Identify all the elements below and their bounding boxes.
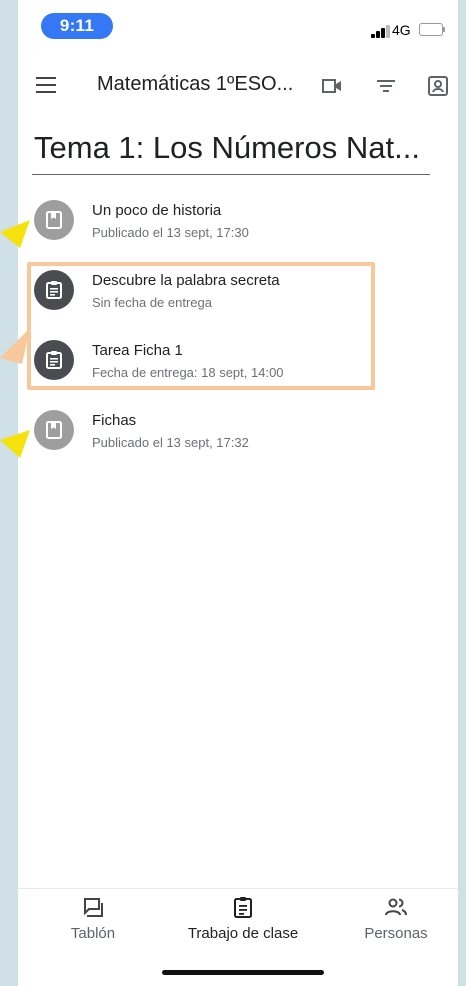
phone-screen: 9:11 4G Matemáticas 1ºESO... Tema 1: Los… xyxy=(18,0,458,986)
tab-people-label: Personas xyxy=(364,925,428,942)
tab-stream-label: Tablón xyxy=(70,925,116,942)
item-subtitle: Publicado el 13 sept, 17:32 xyxy=(92,435,249,450)
status-bar: 9:11 4G xyxy=(18,0,458,44)
tab-stream[interactable]: Tablón xyxy=(48,889,138,949)
classwork-icon xyxy=(231,895,255,919)
topic-divider xyxy=(32,174,430,175)
annotation-arrow-yellow-2 xyxy=(0,430,30,458)
tab-classwork-label: Trabajo de clase xyxy=(187,925,299,942)
video-call-icon[interactable] xyxy=(320,74,344,98)
annotation-arrow-yellow-1 xyxy=(0,220,30,248)
stream-icon xyxy=(81,895,105,919)
battery-nub xyxy=(443,27,445,32)
background-left xyxy=(0,0,18,986)
home-indicator xyxy=(162,970,324,975)
annotation-arrow-orange xyxy=(0,328,30,364)
menu-icon[interactable] xyxy=(36,77,56,93)
battery-icon xyxy=(419,23,443,36)
tab-people[interactable]: Personas xyxy=(352,889,440,949)
network-label: 4G xyxy=(392,22,411,38)
material-icon xyxy=(34,200,74,240)
list-item[interactable]: Fichas Publicado el 13 sept, 17:32 xyxy=(18,406,458,470)
topic-title: Tema 1: Los Números Nat... xyxy=(34,130,420,165)
item-subtitle: Publicado el 13 sept, 17:30 xyxy=(92,225,249,240)
signal-icon xyxy=(371,24,393,38)
material-icon xyxy=(34,410,74,450)
status-time: 9:11 xyxy=(41,13,113,39)
app-bar: Matemáticas 1ºESO... xyxy=(18,60,458,110)
item-title: Fichas xyxy=(92,412,137,429)
people-icon xyxy=(384,895,408,919)
filter-icon[interactable] xyxy=(374,74,398,98)
tab-classwork[interactable]: Trabajo de clase xyxy=(174,889,312,949)
highlight-box xyxy=(27,262,375,390)
list-item[interactable]: Un poco de historia Publicado el 13 sept… xyxy=(18,196,458,260)
classroom-folder-icon[interactable] xyxy=(426,74,450,98)
item-title: Un poco de historia xyxy=(92,202,222,219)
class-title: Matemáticas 1ºESO... xyxy=(97,73,294,95)
background-right xyxy=(458,0,466,986)
